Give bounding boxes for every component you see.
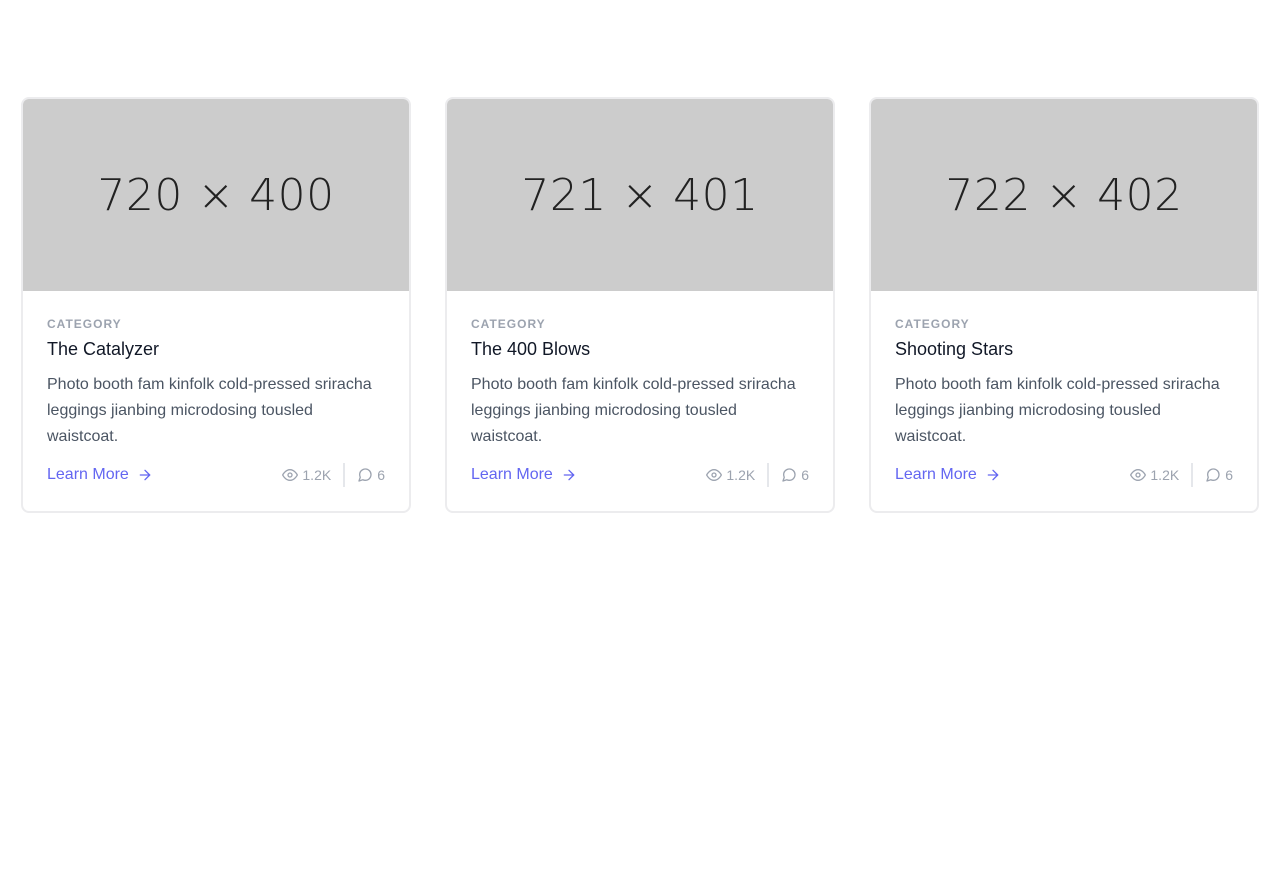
card-title: The 400 Blows (471, 339, 591, 359)
comments-stat: 6 (781, 467, 809, 483)
card-title: The Catalyzer (47, 339, 160, 359)
card-category: CATEGORY (895, 317, 970, 331)
card-stats: 1.2K 6 (282, 463, 385, 487)
card-footer: Learn More 1.2K 6 (47, 462, 385, 488)
card-footer: Learn More 1.2K 6 (471, 462, 809, 488)
stats-divider (343, 463, 346, 487)
image-placeholder-label: 720 × 400 (97, 169, 335, 221)
image-placeholder-label: 722 × 402 (945, 169, 1183, 221)
card-image-placeholder: 721 × 401 (447, 99, 833, 291)
learn-more-label: Learn More (47, 466, 129, 483)
eye-icon (1130, 469, 1147, 481)
card-category: CATEGORY (47, 317, 122, 331)
image-placeholder-label: 721 × 401 (521, 169, 759, 221)
eye-icon (282, 469, 299, 481)
comments-count: 6 (377, 467, 385, 483)
comments-stat: 6 (1205, 467, 1233, 483)
arrow-right-icon (563, 469, 575, 481)
comments-stat: 6 (357, 467, 385, 483)
chat-bubble-icon (782, 468, 796, 482)
chat-bubble-icon (358, 468, 372, 482)
card-stats: 1.2K 6 (1130, 463, 1233, 487)
views-count: 1.2K (302, 467, 332, 483)
card-body: CATEGORY Shooting Stars Photo booth fam … (871, 291, 1257, 488)
card-grid: 720 × 400 CATEGORY The Catalyzer Photo b… (21, 97, 1259, 513)
blog-card: 722 × 402 CATEGORY Shooting Stars Photo … (869, 97, 1259, 513)
arrow-right-icon (139, 469, 151, 481)
card-footer: Learn More 1.2K 6 (895, 462, 1233, 488)
card-stats: 1.2K 6 (706, 463, 809, 487)
learn-more-link[interactable]: Learn More (47, 466, 153, 484)
card-description: Photo booth fam kinfolk cold-pressed sri… (47, 376, 372, 445)
learn-more-link[interactable]: Learn More (895, 466, 1001, 484)
eye-icon (706, 469, 723, 481)
views-count: 1.2K (1150, 467, 1180, 483)
views-stat: 1.2K (1130, 467, 1179, 483)
comments-count: 6 (1225, 467, 1233, 483)
card-image-placeholder: 720 × 400 (23, 99, 409, 291)
card-body: CATEGORY The 400 Blows Photo booth fam k… (447, 291, 833, 488)
arrow-right-icon (987, 469, 999, 481)
card-description: Photo booth fam kinfolk cold-pressed sri… (471, 376, 796, 445)
chat-bubble-icon (1206, 468, 1220, 482)
views-stat: 1.2K (706, 467, 755, 483)
card-image-placeholder: 722 × 402 (871, 99, 1257, 291)
stats-divider (1191, 463, 1194, 487)
learn-more-label: Learn More (471, 466, 553, 483)
stats-divider (767, 463, 770, 487)
blog-section: 720 × 400 CATEGORY The Catalyzer Photo b… (0, 0, 1280, 896)
card-title: Shooting Stars (895, 339, 1014, 359)
card-body: CATEGORY The Catalyzer Photo booth fam k… (23, 291, 409, 488)
card-description: Photo booth fam kinfolk cold-pressed sri… (895, 376, 1220, 445)
comments-count: 6 (801, 467, 809, 483)
card-category: CATEGORY (471, 317, 546, 331)
blog-card: 721 × 401 CATEGORY The 400 Blows Photo b… (445, 97, 835, 513)
views-count: 1.2K (726, 467, 756, 483)
views-stat: 1.2K (282, 467, 331, 483)
blog-card: 720 × 400 CATEGORY The Catalyzer Photo b… (21, 97, 411, 513)
learn-more-label: Learn More (895, 466, 977, 483)
learn-more-link[interactable]: Learn More (471, 466, 577, 484)
